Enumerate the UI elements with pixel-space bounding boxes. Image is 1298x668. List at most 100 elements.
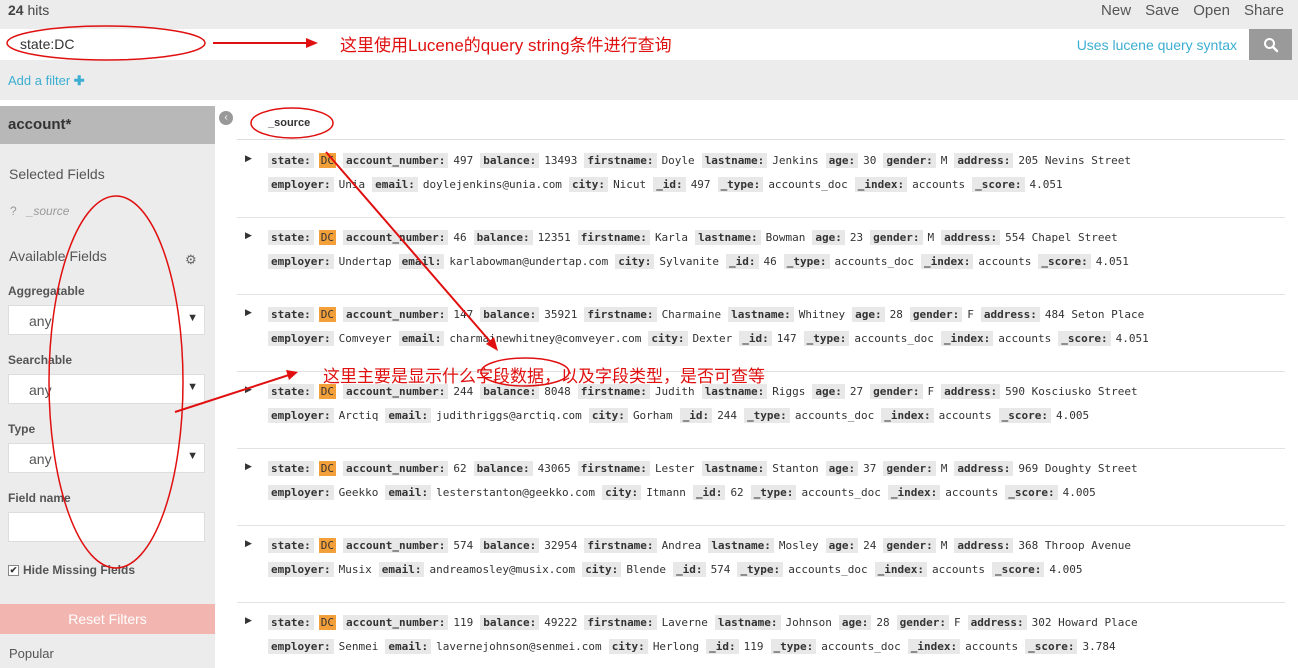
source-column-header[interactable]: _source	[268, 117, 310, 129]
field-key: _score:	[1058, 331, 1111, 346]
field-key: email:	[398, 254, 445, 269]
field-key: lastname:	[714, 615, 781, 630]
reset-filters-button[interactable]: Reset Filters	[0, 604, 215, 634]
menu-new[interactable]: New	[1101, 2, 1131, 19]
field-key: address:	[980, 307, 1040, 322]
field-key: employer:	[268, 639, 334, 654]
field-key: employer:	[268, 254, 334, 269]
field-key: _id:	[673, 562, 706, 577]
field-value: 62	[453, 462, 467, 475]
expand-row-icon[interactable]: ▶	[245, 230, 252, 241]
field-key: account_number:	[343, 307, 449, 322]
collapse-sidebar-icon[interactable]: ‹	[219, 111, 233, 125]
hide-missing-fields-checkbox[interactable]: ✔ Hide Missing Fields	[8, 563, 135, 577]
field-value: 590 Kosciusko Street	[1005, 385, 1138, 398]
field-key: _index:	[940, 331, 994, 346]
type-select[interactable]: any ▼	[8, 443, 205, 473]
add-filter-link[interactable]: Add a filter ✚	[8, 73, 85, 89]
field-key: _score:	[972, 177, 1025, 192]
index-pattern-selector[interactable]: account*	[0, 106, 215, 144]
field-key: _index:	[854, 177, 908, 192]
expand-row-icon[interactable]: ▶	[245, 538, 252, 549]
search-query-text[interactable]: state:DC	[20, 36, 74, 52]
field-key: age:	[825, 538, 859, 553]
field-key: account_number:	[343, 461, 449, 476]
field-value: accounts	[938, 409, 992, 422]
field-value: 574	[710, 563, 731, 576]
fields-annotation: 这里主要是显示什么字段数据，以及字段类型，是否可查等	[323, 367, 765, 386]
field-key: account_number:	[343, 538, 449, 553]
field-key: gender:	[883, 538, 936, 553]
search-icon	[1263, 37, 1278, 52]
chevron-down-icon: ▼	[187, 381, 198, 393]
table-row[interactable]: ▶ state: DC account_number: 497 balance: 13493…	[237, 141, 1285, 218]
highlighted-field-value: DC	[318, 153, 336, 168]
field-key: firstname:	[584, 307, 657, 322]
field-value: accounts_doc	[821, 640, 901, 653]
expand-row-icon[interactable]: ▶	[245, 615, 252, 626]
field-key: employer:	[268, 408, 334, 423]
field-value: doylejenkins@unia.com	[422, 178, 562, 191]
field-value: accounts	[978, 255, 1032, 268]
field-name-label: Field name	[8, 491, 71, 505]
field-key: _score:	[992, 562, 1045, 577]
type-label: Type	[8, 422, 36, 436]
field-value: 35921	[544, 308, 578, 321]
field-value: 119	[453, 616, 474, 629]
field-value: accounts_doc	[768, 178, 848, 191]
field-key: address:	[954, 538, 1014, 553]
expand-row-icon[interactable]: ▶	[245, 307, 252, 318]
field-value: Arctiq	[338, 409, 379, 422]
field-key: city:	[602, 485, 642, 500]
field-name-input[interactable]	[8, 512, 205, 542]
field-value: F	[954, 616, 961, 629]
selected-field-source[interactable]: ? _source	[10, 204, 69, 218]
field-key: city:	[588, 408, 628, 423]
table-row[interactable]: ▶ state: DC account_number: 119 balance: 49222…	[237, 603, 1285, 668]
menu-share[interactable]: Share	[1244, 2, 1284, 19]
gear-icon[interactable]: ⚙	[185, 252, 197, 268]
field-key: gender:	[883, 461, 936, 476]
field-value: Lester	[654, 462, 695, 475]
field-value: accounts	[932, 563, 986, 576]
table-row[interactable]: ▶ state: DC account_number: 574 balance: 32954…	[237, 526, 1285, 603]
field-key: state:	[268, 615, 314, 630]
source-line2: employer: Geekko email: lesterstanton@geekk…	[268, 485, 1103, 500]
hits-count: 24 hits	[8, 2, 49, 18]
table-row[interactable]: ▶ state: DC account_number: 46 balance: 12351 f…	[237, 218, 1285, 295]
field-value: 497	[690, 178, 711, 191]
field-key: age:	[812, 384, 845, 399]
field-key: firstname:	[584, 615, 657, 630]
field-key: city:	[648, 331, 688, 346]
search-button[interactable]	[1249, 29, 1292, 60]
table-row[interactable]: ▶ state: DC account_number: 62 balance: 43065 f…	[237, 449, 1285, 526]
field-key: city:	[608, 639, 648, 654]
field-key: gender:	[896, 615, 949, 630]
field-value: Laverne	[661, 616, 708, 629]
expand-row-icon[interactable]: ▶	[245, 153, 252, 164]
field-key: account_number:	[343, 230, 449, 245]
popular-fields-title: Popular	[9, 646, 54, 661]
source-line1: state: DC account_number: 147 balance: 35921 f…	[268, 307, 1151, 322]
field-key: lastname:	[695, 230, 761, 245]
selected-field-name: _source	[26, 204, 70, 218]
menu-open[interactable]: Open	[1193, 2, 1230, 19]
field-key: age:	[838, 615, 872, 630]
searchable-select[interactable]: any ▼	[8, 374, 205, 404]
field-value: accounts	[998, 332, 1052, 345]
field-key: firstname:	[577, 461, 650, 476]
field-value: 62	[730, 486, 744, 499]
field-key: firstname:	[584, 538, 657, 553]
table-row[interactable]: ▶ state: DC account_number: 147 balance: 35921…	[237, 295, 1285, 372]
field-key: state:	[268, 384, 314, 399]
field-key: city:	[615, 254, 655, 269]
field-value: andreamosley@musix.com	[429, 563, 576, 576]
field-key: _type:	[750, 485, 797, 500]
lucene-syntax-link[interactable]: Uses lucene query syntax	[1077, 37, 1237, 53]
field-value: Karla	[654, 231, 689, 244]
expand-row-icon[interactable]: ▶	[245, 461, 252, 472]
expand-row-icon[interactable]: ▶	[245, 384, 252, 395]
hits-number: 24	[8, 2, 24, 18]
aggregatable-select[interactable]: any ▼	[8, 305, 205, 335]
menu-save[interactable]: Save	[1145, 2, 1179, 19]
